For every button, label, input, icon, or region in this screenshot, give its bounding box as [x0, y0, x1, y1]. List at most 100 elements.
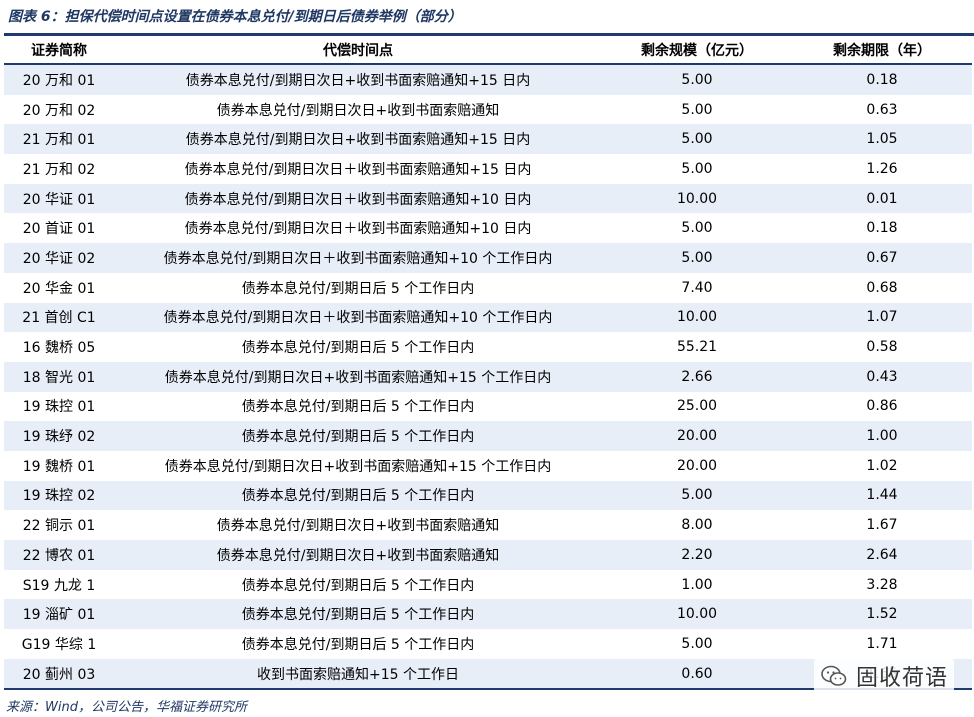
cell-compensation-time: 债券本息兑付/到期日次日+收到书面索赔通知	[114, 540, 602, 570]
table-row: 19 珠控 01 债券本息兑付/到期日后 5 个工作日内 25.00 0.86	[4, 392, 972, 422]
cell-remaining-size: 5.00	[602, 124, 792, 155]
cell-bond-name: 16 魏桥 05	[22, 340, 96, 357]
table-row: 21 万和 01 债券本息兑付/到期日次日+收到书面索赔通知+15 日内 5.00 1…	[4, 124, 972, 155]
cell-compensation-time: 债券本息兑付/到期日后 5 个工作日内	[114, 480, 602, 511]
table-row: 20 万和 02 债券本息兑付/到期日次日+收到书面索赔通知 5.00 0.63	[4, 95, 972, 125]
cell-bond-name: 20 万和 01	[4, 64, 114, 95]
cell-remaining-size: 7.40	[681, 279, 713, 296]
table-row: G19 华综 1 债券本息兑付/到期日后 5 个工作日内 5.00 1.71	[4, 629, 972, 659]
header-compensation-time: 代偿时间点	[114, 36, 602, 65]
cell-remaining-term: 1.00	[792, 421, 972, 451]
cell-remaining-term: 3.28	[866, 576, 898, 593]
cell-remaining-term: 0.67	[792, 243, 972, 273]
cell-remaining-size: 0.60	[602, 658, 792, 691]
cell-compensation-time: 债券本息兑付/到期日次日+收到书面索赔通知+15 个工作日内	[114, 361, 602, 392]
cell-remaining-size: 20.00	[602, 421, 792, 451]
cell-remaining-size: 20.00	[676, 457, 718, 474]
table-row: 22 铜示 01 债券本息兑付/到期日次日+收到书面索赔通知 8.00 1.67	[4, 510, 972, 540]
cell-remaining-size: 55.21	[676, 339, 718, 356]
cell-bond-name: 19 珠控 02	[4, 480, 114, 511]
table-row: 16 魏桥 05 债券本息兑付/到期日后 5 个工作日内 55.21 0.58	[4, 332, 972, 362]
cell-remaining-term: 1.02	[866, 457, 898, 474]
cell-compensation-time: 债券本息兑付/到期日次日+收到书面索赔通知+15 日内	[114, 64, 602, 95]
source-note: 来源：Wind，公司公告，华福证券研究所	[6, 700, 247, 715]
header-remaining-term: 剩余期限（年）	[792, 36, 972, 65]
cell-bond-name: 22 博农 01	[4, 540, 114, 570]
cell-remaining-size: 5.00	[602, 480, 792, 511]
table-row: S19 九龙 1 债券本息兑付/到期日后 5 个工作日内 1.00 3.28	[4, 570, 972, 600]
cell-bond-name: 20 首证 01	[22, 221, 96, 238]
cell-remaining-size: 5.00	[681, 220, 713, 237]
table-header-row: 证券简称 代偿时间点 剩余规模（亿元） 剩余期限（年）	[4, 36, 972, 65]
cell-compensation-time: 收到书面索赔通知+15 个工作日	[114, 658, 602, 691]
cell-bond-name: 20 华金 01	[22, 280, 96, 297]
cell-remaining-size: 10.00	[602, 302, 792, 333]
table-row: 19 魏桥 01 债券本息兑付/到期日次日+收到书面索赔通知+15 个工作日内 20…	[4, 451, 972, 481]
cell-remaining-size: 8.00	[681, 517, 713, 534]
cell-compensation-time: 债券本息兑付/到期日次日＋收到书面索赔通知+10 个工作日内	[114, 302, 602, 333]
cell-remaining-size: 2.66	[602, 361, 792, 392]
cell-compensation-time: 债券本息兑付/到期日次日＋收到书面索赔通知+10 日内	[114, 183, 602, 214]
cell-compensation-time: 债券本息兑付/到期日次日+收到书面索赔通知	[216, 518, 500, 535]
cell-bond-name: 19 魏桥 01	[22, 458, 96, 475]
cell-remaining-size: 1.00	[681, 576, 713, 593]
cell-remaining-size: 2.20	[602, 540, 792, 570]
cell-remaining-size: 25.00	[676, 398, 718, 415]
cell-bond-name: 20 蓟州 03	[4, 658, 114, 691]
table-row: 21 万和 02 债券本息兑付/到期日次日＋收到书面索赔通知+15 日内 5.00 1…	[4, 154, 972, 184]
watermark-text: 固收荷语	[856, 666, 949, 691]
cell-remaining-term: 1.71	[866, 635, 898, 652]
table-row: 18 智光 01 债券本息兑付/到期日次日+收到书面索赔通知+15 个工作日内 2.…	[4, 361, 972, 392]
table-row: 19 淄矿 01 债券本息兑付/到期日后 5 个工作日内 10.00 1.52	[4, 599, 972, 630]
cell-compensation-time: 债券本息兑付/到期日次日＋收到书面索赔通知+10 个工作日内	[114, 243, 602, 273]
cell-bond-name: 21 首创 C1	[4, 302, 114, 333]
cell-compensation-time: 债券本息兑付/到期日后 5 个工作日内	[241, 280, 475, 297]
cell-remaining-term: 1.52	[792, 599, 972, 630]
table-row: 19 珠控 02 债券本息兑付/到期日后 5 个工作日内 5.00 1.44	[4, 480, 972, 511]
cell-compensation-time: 债券本息兑付/到期日后 5 个工作日内	[114, 421, 602, 451]
cell-remaining-size: 5.00	[681, 160, 713, 177]
cell-bond-name: 22 铜示 01	[22, 518, 96, 535]
cell-compensation-time: 债券本息兑付/到期日后 5 个工作日内	[114, 599, 602, 630]
cell-remaining-term: 1.26	[866, 160, 898, 177]
cell-remaining-term: 0.43	[792, 361, 972, 392]
cell-bond-name: 20 万和 02	[22, 102, 96, 119]
cell-remaining-term: 2.64	[792, 540, 972, 570]
bond-table: 证券简称 代偿时间点 剩余规模（亿元） 剩余期限（年） 20 万和 01 债券本息…	[4, 36, 972, 691]
cell-compensation-time: 债券本息兑付/到期日次日+收到书面索赔通知+15 日内	[114, 124, 602, 155]
header-remaining-size: 剩余规模（亿元）	[602, 36, 792, 65]
cell-compensation-time: 债券本息兑付/到期日后 5 个工作日内	[241, 636, 475, 653]
wechat-icon	[821, 665, 847, 686]
cell-remaining-size: 10.00	[602, 183, 792, 214]
watermark: 固收荷语	[814, 658, 955, 694]
cell-bond-name: 20 华证 02	[4, 243, 114, 273]
cell-bond-name: 19 珠纾 02	[4, 421, 114, 451]
cell-remaining-term: 1.07	[792, 302, 972, 333]
table-row: 19 珠纾 02 债券本息兑付/到期日后 5 个工作日内 20.00 1.00	[4, 421, 972, 451]
table-row: 20 华证 02 债券本息兑付/到期日次日＋收到书面索赔通知+10 个工作日内 5.…	[4, 243, 972, 273]
cell-remaining-term: 1.44	[792, 480, 972, 511]
cell-remaining-term: 1.05	[792, 124, 972, 155]
cell-bond-name: 21 万和 02	[22, 161, 96, 178]
cell-remaining-term: 0.86	[866, 398, 898, 415]
cell-remaining-size: 5.00	[681, 635, 713, 652]
table-row: 21 首创 C1 债券本息兑付/到期日次日＋收到书面索赔通知+10 个工作日内 10…	[4, 302, 972, 333]
figure-title: 图表 6：担保代偿时间点设置在债券本息兑付/到期日后债券举例（部分）	[8, 9, 462, 25]
cell-remaining-size: 5.00	[602, 243, 792, 273]
cell-compensation-time: 债券本息兑付/到期日次日＋收到书面索赔通知+10 日内	[184, 221, 532, 238]
cell-bond-name: G19 华综 1	[21, 636, 97, 653]
cell-remaining-size: 10.00	[602, 599, 792, 630]
cell-bond-name: 18 智光 01	[4, 361, 114, 392]
cell-compensation-time: 债券本息兑付/到期日后 5 个工作日内	[241, 577, 475, 594]
cell-remaining-term: 0.01	[792, 183, 972, 214]
cell-bond-name: 20 华证 01	[4, 183, 114, 214]
cell-compensation-time: 债券本息兑付/到期日次日+收到书面索赔通知+15 个工作日内	[164, 458, 552, 475]
cell-remaining-term: 0.58	[866, 339, 898, 356]
cell-compensation-time: 债券本息兑付/到期日次日+收到书面索赔通知	[216, 102, 500, 119]
cell-remaining-term: 1.67	[866, 517, 898, 534]
header-bond-name: 证券简称	[4, 36, 114, 65]
table-row: 22 博农 01 债券本息兑付/到期日次日+收到书面索赔通知 2.20 2.64	[4, 540, 972, 570]
cell-remaining-size: 5.00	[602, 64, 792, 95]
table-row: 20 万和 01 债券本息兑付/到期日次日+收到书面索赔通知+15 日内 5.00 0…	[4, 64, 972, 95]
cell-remaining-term: 0.18	[866, 220, 898, 237]
